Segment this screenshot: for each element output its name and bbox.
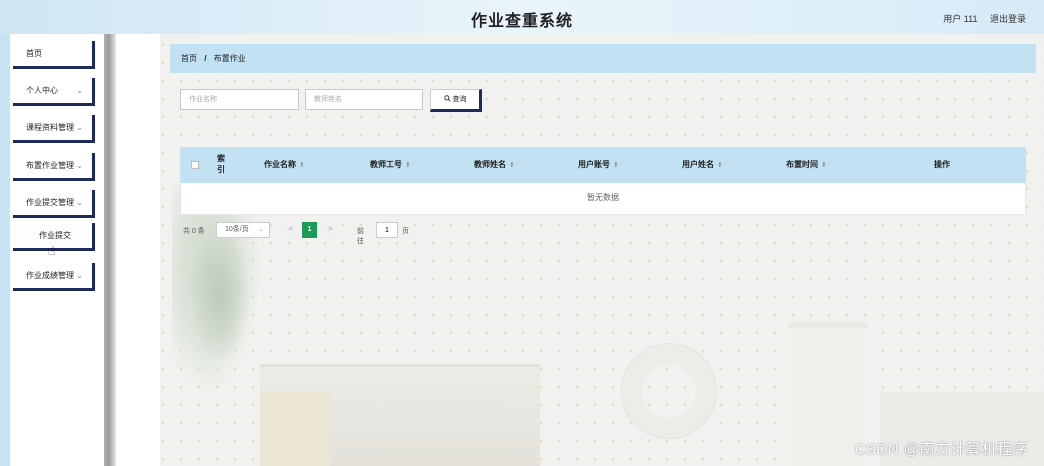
user-name: 用户 111 <box>943 14 978 24</box>
sidebar-item-label: 作业成绩管理 <box>26 271 74 280</box>
table-header: 索引 作业名称 ⬍ 教师工号 ⬍ 教师姓名 ⬍ 用户账号 ⬍ 用户姓名 ⬍ 布置时间 ⬍ 操… <box>180 147 1026 183</box>
sidebar-item-personal-center[interactable]: 个人中心 ⌄ <box>13 78 95 106</box>
sort-icon[interactable]: ⬍ <box>509 162 515 169</box>
background-ring <box>622 344 716 438</box>
assignment-name-input[interactable] <box>180 89 299 110</box>
page-size-select[interactable]: 10条/页 ⌄ <box>216 222 270 238</box>
goto-label: 前往 <box>357 228 364 245</box>
select-all-checkbox[interactable] <box>191 161 199 169</box>
sidebar-item-assignment-management[interactable]: 布置作业管理 ⌄ <box>13 153 95 181</box>
breadcrumb-home[interactable]: 首页 <box>181 54 197 63</box>
column-header-label: 布置时间 <box>786 160 818 169</box>
chevron-down-icon: ⌄ <box>76 271 83 280</box>
chevron-down-icon: ⌄ <box>76 198 83 207</box>
next-page-button[interactable]: > <box>323 222 338 238</box>
column-header-assignment-name[interactable]: 作业名称 ⬍ <box>264 147 305 183</box>
pagination-total: 共 0 条 <box>183 228 205 235</box>
sidebar-item-label: 布置作业管理 <box>26 161 74 170</box>
search-icon <box>443 94 451 102</box>
sidebar-item-course-materials[interactable]: 课程资料管理 ⌄ <box>13 115 95 143</box>
app-title: 作业查重系统 <box>470 13 573 30</box>
page-number-current[interactable]: 1 <box>302 222 317 238</box>
column-header-label: 作业名称 <box>264 160 296 169</box>
column-header-label: 教师姓名 <box>474 160 506 169</box>
sidebar-item-label: 作业提交 <box>39 231 71 240</box>
column-header-actions: 操作 <box>934 147 950 183</box>
background-block <box>260 392 330 466</box>
goto-page-input[interactable] <box>376 222 398 238</box>
column-header-index: 索引 <box>217 153 231 189</box>
column-header-user-account[interactable]: 用户账号 ⬍ <box>578 147 619 183</box>
main-content: 首页 / 布置作业 查询 索引 作业名称⬍ 教师工号⬍ 教师姓名⬍ <box>160 34 1044 466</box>
sort-icon[interactable]: ⬍ <box>821 162 827 169</box>
table-empty-row: 暂无数据 <box>180 183 1026 215</box>
column-header-teacher-id[interactable]: 教师工号 ⬍ <box>370 147 411 183</box>
column-header-user-name[interactable]: 用户姓名 ⬍ <box>682 147 723 183</box>
chevron-down-icon: ⌄ <box>258 226 264 233</box>
watermark: CSDN @南方计算机程序 <box>854 441 1028 458</box>
column-header-teacher-name[interactable]: 教师姓名 ⬍ <box>474 147 515 183</box>
breadcrumb: 首页 / 布置作业 <box>170 44 1036 73</box>
sidebar-item-label: 个人中心 <box>26 86 58 95</box>
sort-icon[interactable]: ⬍ <box>613 162 619 169</box>
sidebar-rail-left <box>0 34 10 466</box>
sidebar-item-label: 课程资料管理 <box>26 123 74 132</box>
column-header-label: 索引 <box>217 154 225 174</box>
search-button-label: 查询 <box>452 95 467 103</box>
column-header-label: 用户姓名 <box>682 160 714 169</box>
page-unit-label: 页 <box>402 228 409 235</box>
page-size-value: 10条/页 <box>225 226 249 233</box>
mouse-cursor-icon: ☝ <box>48 244 56 258</box>
sidebar-item-submission-management[interactable]: 作业提交管理 ⌄ <box>13 190 95 218</box>
sidebar-item-grades-management[interactable]: 作业成绩管理 ⌄ <box>13 263 95 291</box>
top-header: 作业查重系统 用户 111 退出登录 <box>0 0 1044 34</box>
chevron-down-icon: ⌄ <box>76 123 83 132</box>
user-area: 用户 111 退出登录 <box>933 12 1026 25</box>
column-header-label: 用户账号 <box>578 160 610 169</box>
sort-icon[interactable]: ⬍ <box>717 162 723 169</box>
chevron-down-icon: ⌄ <box>76 86 83 95</box>
empty-text: 暂无数据 <box>587 193 619 202</box>
breadcrumb-separator: / <box>204 54 207 63</box>
background-plant <box>190 224 250 364</box>
search-button[interactable]: 查询 <box>430 89 482 112</box>
chevron-down-icon: ⌄ <box>76 161 83 170</box>
sidebar-item-home[interactable]: 首页 <box>13 41 95 69</box>
prev-page-button[interactable]: < <box>283 222 298 238</box>
teacher-name-input[interactable] <box>305 89 423 110</box>
assignment-table: 索引 作业名称 ⬍ 教师工号 ⬍ 教师姓名 ⬍ 用户账号 ⬍ 用户姓名 ⬍ 布置时间 ⬍ 操… <box>180 147 1026 215</box>
logout-link[interactable]: 退出登录 <box>990 14 1026 24</box>
column-header-assign-time[interactable]: 布置时间 ⬍ <box>786 147 827 183</box>
sort-icon[interactable]: ⬍ <box>405 162 411 169</box>
sort-icon[interactable]: ⬍ <box>299 162 305 169</box>
column-header-label: 操作 <box>934 160 950 169</box>
sidebar-rail-right <box>104 34 116 466</box>
sidebar-item-label: 首页 <box>26 49 42 58</box>
column-header-label: 教师工号 <box>370 160 402 169</box>
breadcrumb-current: 布置作业 <box>213 54 246 63</box>
sidebar-item-label: 作业提交管理 <box>26 198 74 207</box>
